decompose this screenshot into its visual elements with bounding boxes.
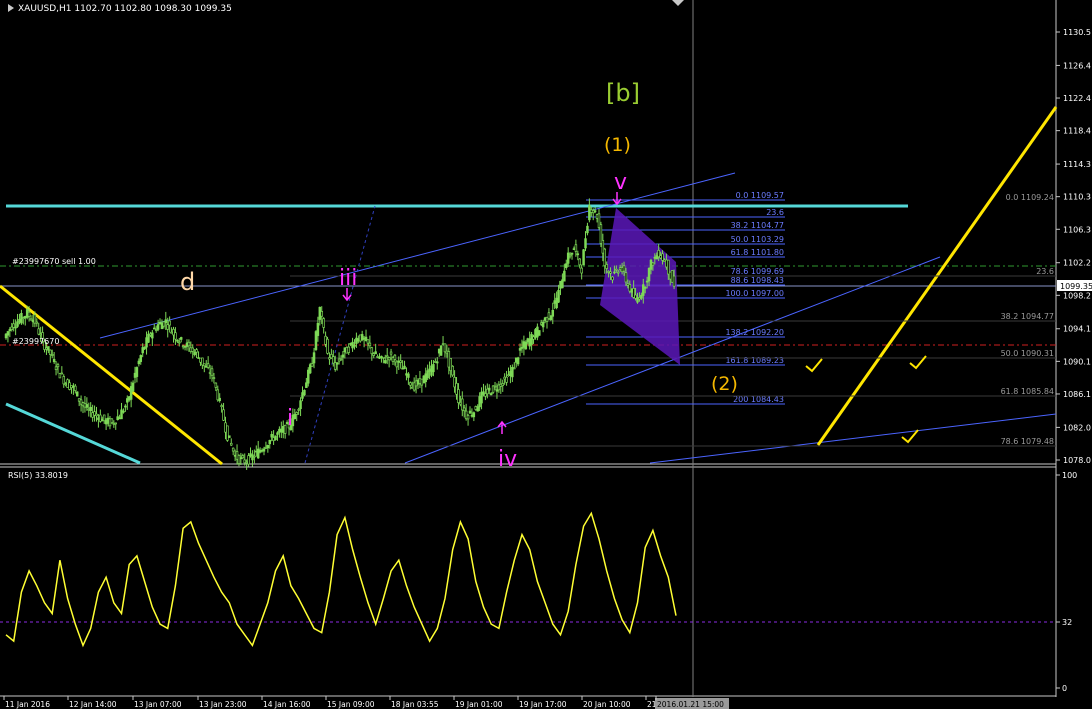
candle — [451, 365, 454, 377]
price-tick-label: 1078.0 — [1063, 456, 1091, 465]
candle — [326, 336, 329, 355]
price-tick-label: 1130.5 — [1063, 28, 1091, 37]
wave-label-iv: iv — [498, 447, 517, 472]
fib-level-label: 100.0 1097.00 — [725, 289, 784, 298]
wave-label-d: d — [180, 268, 195, 296]
candle — [75, 391, 79, 397]
candle — [226, 425, 229, 442]
current-price-label: 1099.35 — [1060, 282, 1092, 291]
rsi-label: RSI(5) 33.8019 — [8, 471, 68, 480]
candle — [228, 435, 231, 438]
fib-level-label: 0.0 1109.57 — [736, 191, 784, 200]
fib-level-label: 161.8 1089.23 — [725, 356, 784, 365]
candle — [599, 221, 603, 248]
rsi-tick-label: 32 — [1062, 618, 1072, 627]
price-tick-label: 1118.4 — [1063, 127, 1091, 136]
time-tick-label: 15 Jan 09:00 — [327, 700, 375, 709]
fib-level-label: 23.6 — [766, 208, 784, 217]
candle — [66, 378, 69, 388]
fib-level-label: 78.6 1099.69 — [731, 267, 784, 276]
candle — [274, 435, 277, 441]
candle — [58, 372, 62, 379]
wave-label-2: (2) — [711, 373, 738, 395]
sell-order-label[interactable]: #23997670 sell 1.00 — [12, 257, 96, 266]
wave-label-iii: iii — [339, 266, 357, 291]
price-tick-label: 1126.4 — [1063, 61, 1091, 70]
stoploss-label[interactable]: #23997670 — [12, 337, 59, 346]
fib-level-label: 50.0 1103.29 — [731, 235, 784, 244]
time-tick-label: 14 Jan 16:00 — [263, 700, 311, 709]
fib-level-label: 88.6 1098.43 — [731, 276, 784, 285]
price-tick-label: 1106.3 — [1063, 225, 1091, 234]
time-tick-label: 2016.01.21 15:00 — [657, 700, 724, 709]
fib-level-label: 0.0 1109.24 — [1006, 193, 1054, 202]
candle — [345, 346, 349, 354]
fib-level-label: 61.8 1101.80 — [731, 248, 784, 257]
price-tick-label: 1114.3 — [1063, 160, 1091, 169]
fib-level-label: 23.6 — [1036, 267, 1054, 276]
wave-label-b: [b] — [606, 79, 640, 107]
time-tick-label: 20 Jan 10:00 — [583, 700, 631, 709]
price-tick-label: 1090.1 — [1063, 357, 1091, 366]
fib-level-label: 61.8 1085.84 — [1001, 387, 1054, 396]
time-tick-label: 18 Jan 03:55 — [391, 700, 439, 709]
price-tick-label: 1122.4 — [1063, 94, 1091, 103]
rsi-tick-label: 0 — [1062, 684, 1067, 693]
fib-level-label: 38.2 1094.77 — [1001, 312, 1054, 321]
price-tick-label: 1082.0 — [1063, 423, 1091, 432]
time-tick-label: 12 Jan 14:00 — [69, 700, 117, 709]
price-tick-label: 1102.2 — [1063, 259, 1091, 268]
candle — [582, 248, 585, 266]
chart-background — [0, 0, 1092, 709]
fib-level-label: 138.2 1092.20 — [725, 328, 784, 337]
candle — [314, 330, 318, 352]
time-tick-label: 19 Jan 01:00 — [455, 700, 503, 709]
wave-label-i: i — [287, 406, 293, 431]
time-tick-label: 19 Jan 17:00 — [519, 700, 567, 709]
symbol-info: XAUUSD,H1 1102.70 1102.80 1098.30 1099.3… — [18, 4, 232, 14]
time-tick-label: 13 Jan 07:00 — [134, 700, 182, 709]
candle — [439, 345, 443, 356]
wave-label-1: (1) — [604, 134, 631, 156]
price-tick-label: 1094.1 — [1063, 325, 1091, 334]
wave-label-v: v — [614, 170, 627, 195]
trading-chart[interactable]: XAUUSD,H1 1102.70 1102.80 1098.30 1099.3… — [0, 0, 1092, 709]
candle — [538, 330, 541, 336]
candle — [491, 385, 495, 394]
fib-level-label: 78.6 1079.48 — [1001, 437, 1054, 446]
candle — [308, 362, 312, 375]
price-tick-label: 1086.1 — [1063, 390, 1091, 399]
candle — [670, 270, 674, 283]
rsi-tick-label: 100 — [1062, 471, 1077, 480]
price-tick-label: 1098.2 — [1063, 291, 1091, 300]
price-tick-label: 1110.3 — [1063, 193, 1091, 202]
fib-level-label: 50.0 1090.31 — [1001, 349, 1054, 358]
time-tick-label: 11 Jan 2016 — [5, 700, 50, 709]
time-tick-label: 13 Jan 23:00 — [199, 700, 247, 709]
candle — [422, 375, 426, 384]
fib-level-label: 38.2 1104.77 — [731, 221, 784, 230]
